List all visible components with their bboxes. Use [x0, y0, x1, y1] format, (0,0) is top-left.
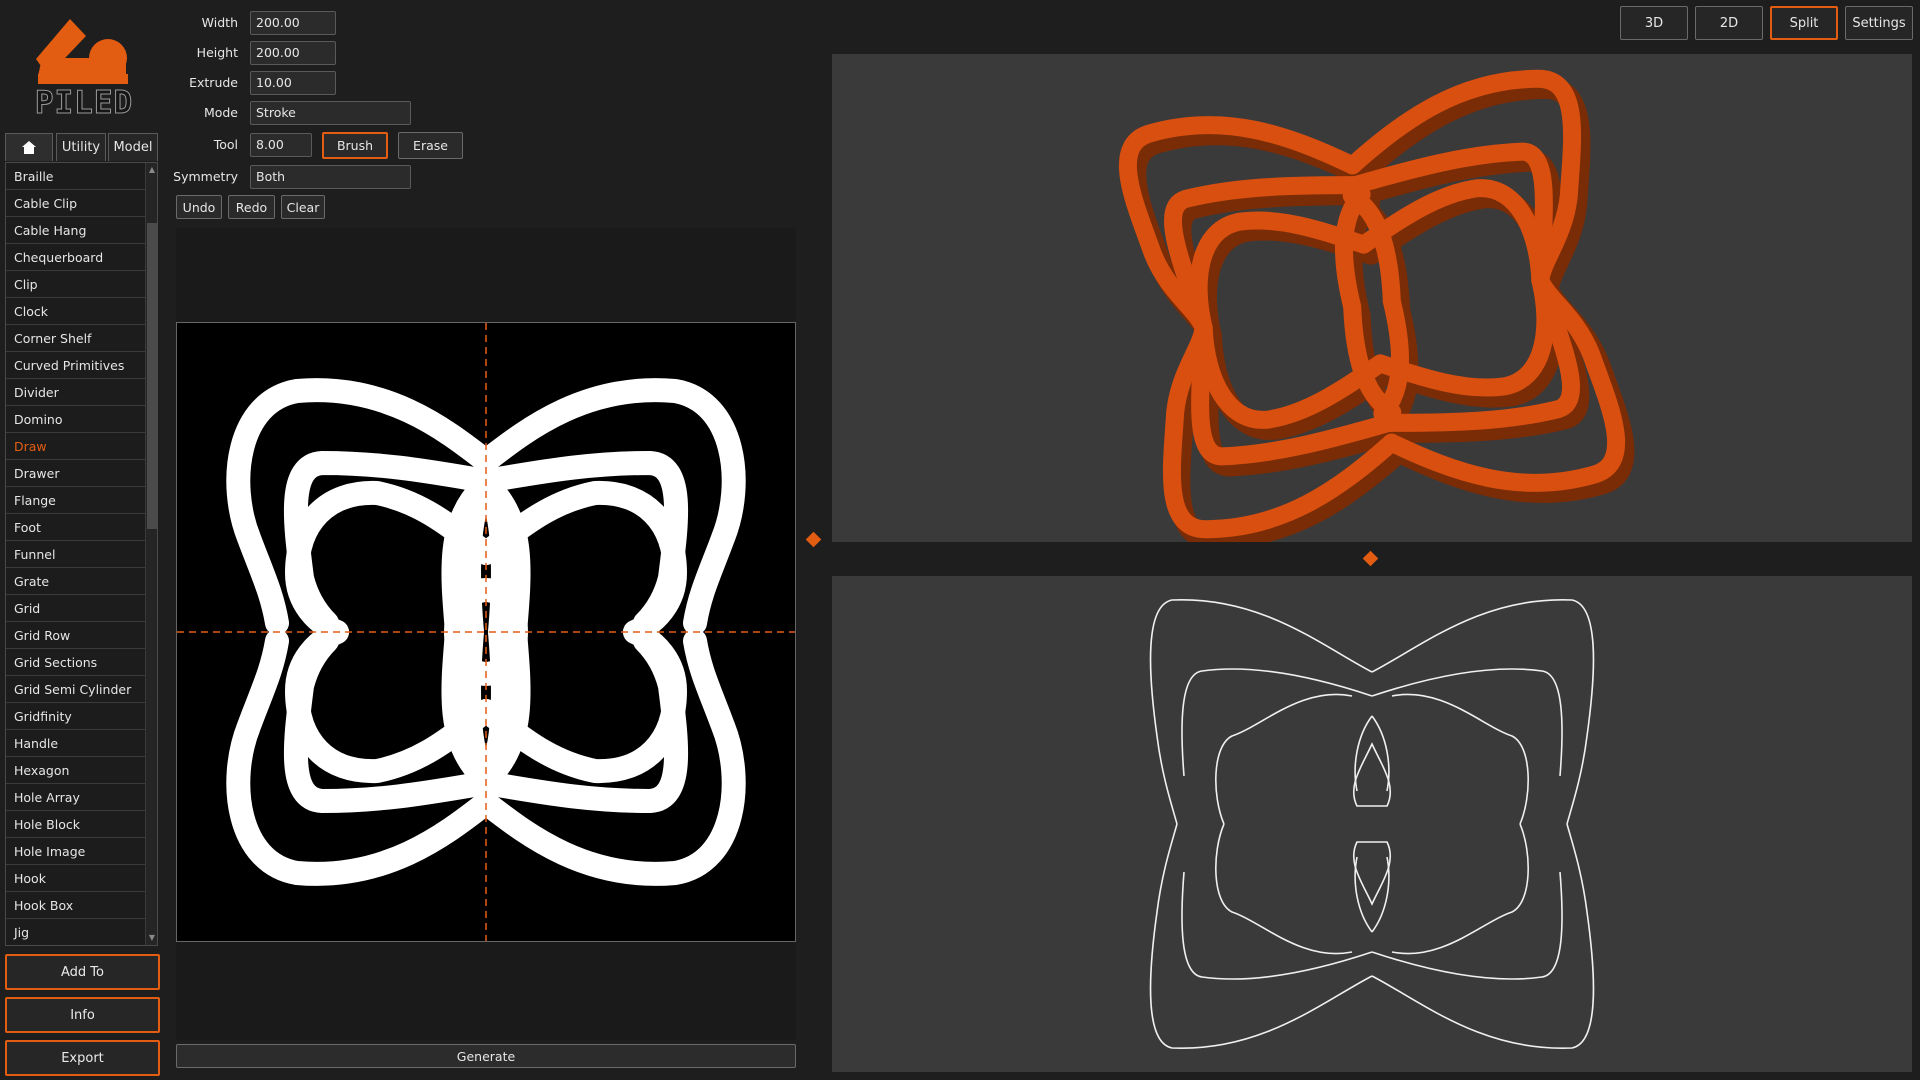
tab-home[interactable] [5, 133, 53, 161]
list-item[interactable]: Foot [6, 514, 146, 541]
extrude-input[interactable]: 10.00 [250, 71, 336, 95]
add-to-button[interactable]: Add To [5, 954, 160, 990]
horizontal-splitter-handle[interactable] [1362, 550, 1379, 567]
list-item[interactable]: Draw [6, 433, 146, 460]
sidebar-tabs: Utility Model [5, 133, 158, 161]
view-3d-button[interactable]: 3D [1620, 6, 1688, 40]
2d-viewport[interactable] [832, 576, 1912, 1072]
view-split-button[interactable]: Split [1770, 6, 1838, 40]
scroll-thumb[interactable] [147, 223, 157, 529]
list-item[interactable]: Funnel [6, 541, 146, 568]
symmetry-label: Symmetry [173, 169, 238, 184]
tab-model[interactable]: Model [108, 133, 158, 161]
list-item[interactable]: Cable Hang [6, 217, 146, 244]
list-item[interactable]: Chequerboard [6, 244, 146, 271]
export-button[interactable]: Export [5, 1040, 160, 1076]
list-item[interactable]: Handle [6, 730, 146, 757]
vertical-splitter-handle[interactable] [805, 531, 822, 548]
list-item[interactable]: Domino [6, 406, 146, 433]
scroll-up-arrow-icon[interactable]: ▲ [147, 164, 157, 176]
home-icon [22, 141, 36, 154]
list-item[interactable]: Clock [6, 298, 146, 325]
list-item[interactable]: Jig [6, 919, 146, 945]
settings-button[interactable]: Settings [1845, 6, 1913, 40]
info-button[interactable]: Info [5, 997, 160, 1033]
symmetry-select[interactable]: Both [250, 165, 411, 189]
list-item[interactable]: Gridfinity [6, 703, 146, 730]
tool-size-input[interactable]: 8.00 [250, 133, 312, 157]
mode-label: Mode [203, 105, 238, 120]
list-item[interactable]: Hook [6, 865, 146, 892]
brush-button[interactable]: Brush [322, 132, 388, 159]
list-item[interactable]: Hook Box [6, 892, 146, 919]
list-item[interactable]: Hexagon [6, 757, 146, 784]
extruded-strokes [1123, 72, 1629, 542]
erase-button[interactable]: Erase [398, 132, 463, 159]
list-item[interactable]: Curved Primitives [6, 352, 146, 379]
model-list-scrollbar[interactable]: ▲ ▼ [145, 163, 157, 945]
app-logo: PILED [34, 14, 134, 122]
3d-model-render [832, 54, 1912, 542]
list-item[interactable]: Corner Shelf [6, 325, 146, 352]
list-item[interactable]: Hole Array [6, 784, 146, 811]
model-list: Braille Cable Clip Cable Hang Chequerboard C… [5, 162, 158, 946]
width-input[interactable]: 200.00 [250, 11, 336, 35]
clear-button[interactable]: Clear [281, 195, 325, 219]
logo-text: PILED [34, 85, 134, 121]
mode-select[interactable]: Stroke [250, 101, 411, 125]
outline-paths [1149, 598, 1595, 1050]
list-item[interactable]: Grate [6, 568, 146, 595]
list-item[interactable]: Cable Clip [6, 190, 146, 217]
logo-mark-icon [36, 19, 128, 84]
list-item[interactable]: Clip [6, 271, 146, 298]
width-label: Width [201, 15, 238, 30]
draw-canvas[interactable] [176, 322, 796, 942]
height-input[interactable]: 200.00 [250, 41, 336, 65]
scroll-down-arrow-icon[interactable]: ▼ [147, 932, 157, 944]
model-list-items: Braille Cable Clip Cable Hang Chequerboard C… [6, 163, 157, 945]
view-2d-button[interactable]: 2D [1695, 6, 1763, 40]
2d-outline-render [1149, 598, 1595, 1050]
list-item[interactable]: Braille [6, 163, 146, 190]
generate-button[interactable]: Generate [176, 1044, 796, 1068]
redo-button[interactable]: Redo [228, 195, 275, 219]
list-item[interactable]: Flange [6, 487, 146, 514]
tool-label: Tool [213, 137, 238, 152]
tab-utility[interactable]: Utility [56, 133, 106, 161]
list-item[interactable]: Grid Row [6, 622, 146, 649]
list-item[interactable]: Grid Sections [6, 649, 146, 676]
list-item[interactable]: Divider [6, 379, 146, 406]
list-item[interactable]: Hole Block [6, 811, 146, 838]
height-label: Height [196, 45, 238, 60]
3d-viewport[interactable] [832, 54, 1912, 542]
list-item[interactable]: Grid [6, 595, 146, 622]
list-item[interactable]: Grid Semi Cylinder [6, 676, 146, 703]
list-item[interactable]: Hole Image [6, 838, 146, 865]
extrude-label: Extrude [189, 75, 238, 90]
list-item[interactable]: Drawer [6, 460, 146, 487]
drawing-strokes [177, 323, 795, 941]
undo-button[interactable]: Undo [176, 195, 222, 219]
